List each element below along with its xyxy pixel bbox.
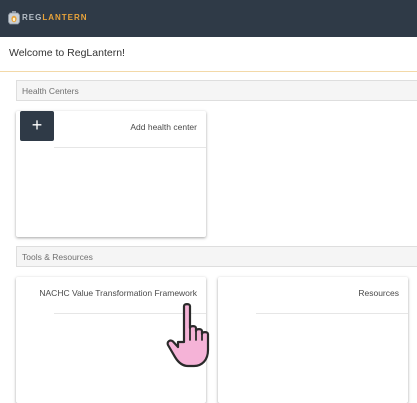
tools-resources-heading: Tools & Resources — [22, 252, 93, 262]
health-centers-heading: Health Centers — [22, 86, 79, 96]
card-divider — [256, 313, 408, 314]
app-logo-text[interactable]: REGLANTERN — [22, 13, 88, 22]
resources-card[interactable]: Resources — [218, 277, 408, 403]
card-divider — [54, 147, 206, 148]
add-health-center-label[interactable]: Add health center — [130, 122, 197, 132]
nachc-framework-title[interactable]: NACHC Value Transformation Framework — [39, 288, 197, 298]
welcome-heading: Welcome to RegLantern! — [9, 47, 125, 59]
add-health-center-card[interactable]: + Add health center — [16, 111, 206, 237]
logo-text-reg: REG — [22, 13, 43, 22]
lantern-logo-icon[interactable] — [7, 10, 21, 26]
logo-text-lantern: LANTERN — [42, 13, 88, 22]
resources-title[interactable]: Resources — [358, 288, 399, 298]
health-centers-section-header: Health Centers — [16, 80, 417, 101]
add-health-center-button[interactable]: + — [20, 111, 54, 141]
welcome-divider — [0, 71, 417, 72]
tools-resources-section-header: Tools & Resources — [16, 246, 417, 267]
pointing-hand-cursor-icon — [166, 303, 210, 368]
top-navbar: REGLANTERN — [0, 0, 417, 37]
